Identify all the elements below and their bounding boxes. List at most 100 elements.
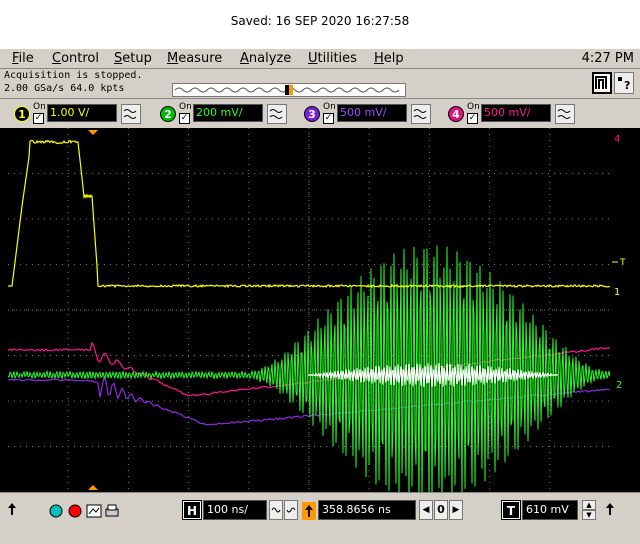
menu-setup-label: etup bbox=[122, 51, 152, 66]
channel-2-on-checkbox[interactable]: ✓ bbox=[179, 113, 190, 124]
channel-bar: 1 On ✓ 1.00 V/ 2 On ✓ 200 mV/ 3 On ✓ 500… bbox=[0, 98, 640, 128]
channel-2-number[interactable]: 2 bbox=[160, 106, 176, 122]
clock: 4:27 PM bbox=[582, 51, 634, 66]
wave-icon bbox=[270, 501, 282, 519]
channel-2-on-label: On bbox=[179, 102, 192, 112]
menu-control-label: ontrol bbox=[61, 51, 99, 66]
menu-measure[interactable]: Measure bbox=[167, 51, 222, 66]
scroll-up-right-button[interactable] bbox=[602, 501, 618, 517]
arrow-up-icon bbox=[602, 501, 618, 517]
position-marker-button[interactable] bbox=[302, 502, 316, 520]
menu-file[interactable]: File bbox=[12, 51, 34, 66]
wave-icon bbox=[285, 501, 297, 519]
cyan-circle-button[interactable] bbox=[48, 503, 64, 519]
wave-adjust-icon bbox=[412, 105, 430, 123]
wave-adjust-icon bbox=[268, 105, 286, 123]
menu-measure-mnemonic: M bbox=[167, 51, 178, 66]
channel-1-number[interactable]: 1 bbox=[14, 106, 30, 122]
channel-1-scale[interactable]: 1.00 V/ bbox=[47, 104, 117, 122]
channel-markers: 4 T 1 2 bbox=[610, 128, 640, 492]
menu-bar: File Control Setup Measure Analyze Utili… bbox=[0, 48, 640, 68]
sample-rate: 2.00 GSa/s 64.0 kpts bbox=[4, 83, 124, 94]
printer-icon bbox=[104, 503, 120, 519]
marker-column: 4 T 1 2 bbox=[610, 128, 640, 492]
channel-3-scale-spinner[interactable] bbox=[411, 104, 431, 124]
position-left-button[interactable]: ◀ bbox=[419, 500, 433, 520]
channel-2-control: 2 On ✓ 200 mV/ bbox=[160, 102, 290, 126]
scroll-up-button[interactable] bbox=[4, 501, 20, 517]
channel-4-on-label: On bbox=[467, 102, 480, 112]
image-icon bbox=[86, 503, 102, 519]
wave-adjust-icon bbox=[122, 105, 140, 123]
menu-analyze-label: nalyze bbox=[249, 51, 291, 66]
menu-analyze-mnemonic: A bbox=[240, 51, 249, 66]
overview-wave-icon bbox=[173, 84, 405, 96]
horizontal-position-field[interactable]: 358.8656 ns bbox=[318, 500, 416, 520]
menu-utilities-mnemonic: U bbox=[308, 51, 318, 66]
channel-3-scale[interactable]: 500 mV/ bbox=[337, 104, 407, 122]
ch2-marker-label: 2 bbox=[616, 380, 622, 391]
run-stop-icon bbox=[594, 74, 610, 92]
ch1-trace bbox=[8, 141, 610, 288]
delay-marker-icon bbox=[88, 485, 98, 490]
channel-3-on-label: On bbox=[323, 102, 336, 112]
red-circle-button[interactable] bbox=[67, 503, 83, 519]
timebase-fine-left[interactable] bbox=[269, 500, 283, 520]
arrow-up-icon bbox=[302, 502, 316, 520]
menu-control[interactable]: Control bbox=[52, 51, 99, 66]
channel-3-control: 3 On ✓ 500 mV/ bbox=[304, 102, 434, 126]
menu-setup[interactable]: Setup bbox=[114, 51, 152, 66]
channel-2-scale-spinner[interactable] bbox=[267, 104, 287, 124]
waveform-display[interactable] bbox=[8, 128, 610, 492]
horizontal-label[interactable]: H bbox=[183, 501, 201, 519]
wave-adjust-icon bbox=[556, 105, 574, 123]
cyan-circle-icon bbox=[48, 503, 64, 519]
ch1-marker-label: 1 bbox=[614, 287, 620, 298]
menu-utilities-label: tilities bbox=[318, 51, 357, 66]
channel-1-on-checkbox[interactable]: ✓ bbox=[33, 113, 44, 124]
channel-2-scale[interactable]: 200 mV/ bbox=[193, 104, 263, 122]
channel-3-on-checkbox[interactable]: ✓ bbox=[323, 113, 334, 124]
menu-help-mnemonic: H bbox=[374, 51, 384, 66]
menu-utilities[interactable]: Utilities bbox=[308, 51, 357, 66]
saved-timestamp: Saved: 16 SEP 2020 16:27:58 bbox=[0, 14, 640, 28]
timebase-fine-right[interactable] bbox=[284, 500, 298, 520]
trigger-position-marker-icon bbox=[88, 130, 98, 135]
help-button[interactable]: ? bbox=[614, 72, 634, 94]
channel-3-number[interactable]: 3 bbox=[304, 106, 320, 122]
trigger-level-field[interactable]: 610 mV bbox=[522, 500, 578, 520]
acquisition-status: Acquisition is stopped. bbox=[4, 70, 142, 81]
display-left-edge bbox=[0, 128, 8, 492]
trigger-label[interactable]: T bbox=[502, 501, 520, 519]
waveform-canvas bbox=[8, 128, 610, 492]
arrow-up-icon bbox=[4, 501, 20, 517]
channel-4-scale[interactable]: 500 mV/ bbox=[481, 104, 551, 122]
channel-1-control: 1 On ✓ 1.00 V/ bbox=[14, 102, 144, 126]
red-circle-icon bbox=[67, 503, 83, 519]
menu-help-label: elp bbox=[384, 51, 404, 66]
menu-help[interactable]: Help bbox=[374, 51, 404, 66]
position-right-button[interactable]: ▶ bbox=[449, 500, 463, 520]
trigger-level-marker: T bbox=[619, 258, 626, 268]
menu-measure-label: easure bbox=[178, 51, 222, 66]
channel-4-control: 4 On ✓ 500 mV/ bbox=[448, 102, 578, 126]
acquisition-overview-bar[interactable] bbox=[172, 83, 406, 97]
help-glyph: ? bbox=[624, 79, 630, 92]
run-stop-button[interactable] bbox=[592, 72, 612, 94]
channel-4-on-checkbox[interactable]: ✓ bbox=[467, 113, 478, 124]
channel-4-scale-spinner[interactable] bbox=[555, 104, 575, 124]
trigger-down-button[interactable]: ▼ bbox=[582, 510, 596, 520]
menu-analyze[interactable]: Analyze bbox=[240, 51, 291, 66]
channel-1-on-label: On bbox=[33, 102, 46, 112]
help-icon: ? bbox=[615, 73, 633, 93]
image-button[interactable] bbox=[86, 503, 102, 519]
channel-1-scale-spinner[interactable] bbox=[121, 104, 141, 124]
position-zero-button[interactable]: 0 bbox=[434, 500, 448, 520]
menu-file-label: ile bbox=[19, 51, 34, 66]
status-bar: Acquisition is stopped. 2.00 GSa/s 64.0 … bbox=[0, 68, 640, 98]
menu-control-mnemonic: C bbox=[52, 51, 61, 66]
timebase-field[interactable]: 100 ns/ bbox=[203, 500, 267, 520]
print-button[interactable] bbox=[104, 503, 120, 519]
trigger-up-button[interactable]: ▲ bbox=[582, 500, 596, 510]
channel-4-number[interactable]: 4 bbox=[448, 106, 464, 122]
